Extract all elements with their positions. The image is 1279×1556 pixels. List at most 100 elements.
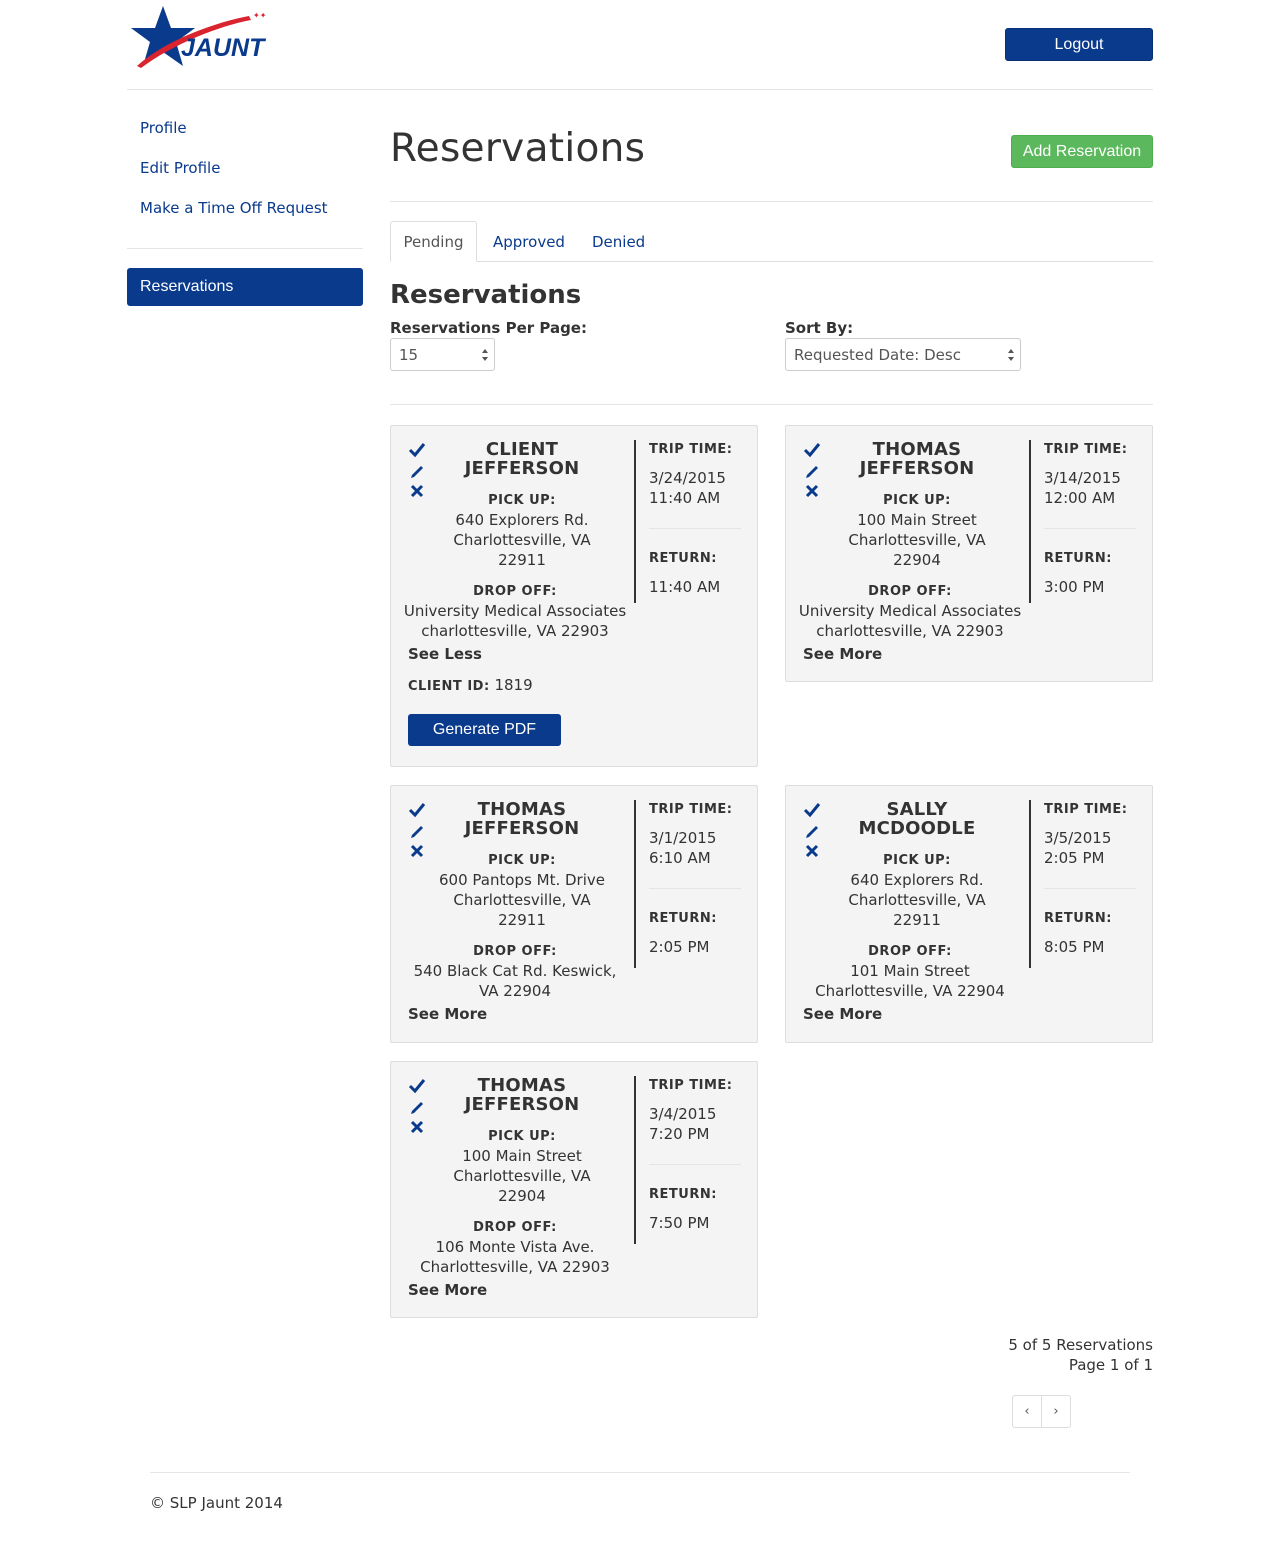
return-time: 7:50 PM bbox=[649, 1214, 710, 1232]
card-divider bbox=[634, 1076, 636, 1244]
dropoff-address: 106 Monte Vista Ave. Charlottesville, VA … bbox=[420, 1238, 610, 1276]
see-more-link[interactable]: See More bbox=[803, 645, 882, 663]
header-divider bbox=[127, 89, 1153, 90]
section-title: Reservations bbox=[390, 280, 582, 310]
dropoff-address: University Medical Associates charlottesv… bbox=[403, 602, 627, 640]
pickup-address: 100 Main Street Charlottesville, VA 22904 bbox=[848, 511, 986, 569]
trip-datetime: 3/4/2015 7:20 PM bbox=[649, 1105, 717, 1143]
select-arrows-icon bbox=[482, 349, 488, 361]
trip-time-label: TRIP TIME: bbox=[1044, 442, 1128, 457]
trip-time-label: TRIP TIME: bbox=[649, 442, 733, 457]
return-label: RETURN: bbox=[1044, 911, 1112, 926]
return-time: 11:40 AM bbox=[649, 578, 721, 596]
sort-by-label: Sort By: bbox=[785, 319, 854, 337]
jaunt-logo[interactable]: ✦✦ JAUNT bbox=[127, 4, 273, 70]
trip-datetime: 3/24/2015 11:40 AM bbox=[649, 469, 726, 507]
time-divider bbox=[1044, 888, 1136, 889]
tab-pending[interactable]: Pending bbox=[390, 221, 477, 262]
return-time: 3:00 PM bbox=[1044, 578, 1105, 596]
sidebar-divider bbox=[127, 248, 363, 249]
reservation-card: CLIENT JEFFERSON PICK UP: 640 Explorers R… bbox=[390, 425, 758, 767]
next-page-button[interactable]: › bbox=[1041, 1396, 1070, 1427]
return-time: 8:05 PM bbox=[1044, 938, 1105, 956]
prev-page-button[interactable]: ‹ bbox=[1013, 1396, 1041, 1427]
filters-divider bbox=[390, 404, 1153, 405]
pickup-address: 640 Explorers Rd. Charlottesville, VA 2291… bbox=[453, 511, 591, 569]
client-name: THOMAS JEFFERSON bbox=[859, 439, 975, 479]
time-divider bbox=[649, 528, 741, 529]
return-label: RETURN: bbox=[649, 551, 717, 566]
title-divider bbox=[390, 201, 1153, 202]
dropoff-label: DROP OFF: bbox=[473, 584, 557, 599]
return-label: RETURN: bbox=[1044, 551, 1112, 566]
tab-approved[interactable]: Approved bbox=[493, 221, 565, 262]
pickup-address: 100 Main Street Charlottesville, VA 22904 bbox=[453, 1147, 591, 1205]
dropoff-label: DROP OFF: bbox=[868, 584, 952, 599]
trip-time-label: TRIP TIME: bbox=[1044, 802, 1128, 817]
sort-by-select[interactable]: Requested Date: Desc bbox=[785, 338, 1021, 371]
trip-time-label: TRIP TIME: bbox=[649, 1078, 733, 1093]
trip-datetime: 3/5/2015 2:05 PM bbox=[1044, 829, 1112, 867]
dropoff-label: DROP OFF: bbox=[473, 1220, 557, 1235]
pickup-label: PICK UP: bbox=[883, 853, 951, 868]
see-more-link[interactable]: See More bbox=[408, 1005, 487, 1023]
svg-text:JAUNT: JAUNT bbox=[181, 34, 267, 62]
trip-datetime: 3/14/2015 12:00 AM bbox=[1044, 469, 1121, 507]
return-time: 2:05 PM bbox=[649, 938, 710, 956]
reservation-card: SALLY MCDOODLE PICK UP: 640 Explorers Rd.… bbox=[785, 785, 1153, 1043]
dropoff-address: University Medical Associates charlottesv… bbox=[798, 602, 1022, 640]
trip-datetime: 3/1/2015 6:10 AM bbox=[649, 829, 717, 867]
sort-by-value: Requested Date: Desc bbox=[794, 345, 961, 364]
pickup-label: PICK UP: bbox=[883, 493, 951, 508]
sidebar-item-edit-profile[interactable]: Edit Profile bbox=[140, 159, 220, 177]
page-title: Reservations bbox=[390, 126, 646, 171]
return-label: RETURN: bbox=[649, 911, 717, 926]
time-divider bbox=[649, 1164, 741, 1165]
results-count: 5 of 5 Reservations bbox=[1008, 1336, 1153, 1354]
time-divider bbox=[1044, 528, 1136, 529]
sidebar-item-reservations[interactable]: Reservations bbox=[127, 268, 363, 306]
see-more-link[interactable]: See More bbox=[408, 1281, 487, 1299]
pickup-label: PICK UP: bbox=[488, 1129, 556, 1144]
client-name: CLIENT JEFFERSON bbox=[464, 439, 580, 479]
card-divider bbox=[634, 440, 636, 603]
svg-text:✦✦: ✦✦ bbox=[253, 11, 267, 20]
card-divider bbox=[1029, 440, 1031, 603]
dropoff-address: 540 Black Cat Rd. Keswick, VA 22904 bbox=[413, 962, 617, 1000]
trip-time-label: TRIP TIME: bbox=[649, 802, 733, 817]
client-id: CLIENT ID: 1819 bbox=[408, 676, 533, 694]
sidebar-item-profile[interactable]: Profile bbox=[140, 119, 187, 137]
client-name: SALLY MCDOODLE bbox=[858, 799, 976, 839]
see-more-link[interactable]: See More bbox=[803, 1005, 882, 1023]
sidebar-item-time-off-request[interactable]: Make a Time Off Request bbox=[140, 199, 328, 217]
generate-pdf-button[interactable]: Generate PDF bbox=[408, 714, 561, 746]
pickup-address: 600 Pantops Mt. Drive Charlottesville, VA… bbox=[439, 871, 605, 929]
card-divider bbox=[1029, 800, 1031, 968]
pickup-address: 640 Explorers Rd. Charlottesville, VA 2291… bbox=[848, 871, 986, 929]
dropoff-address: 101 Main Street Charlottesville, VA 22904 bbox=[815, 962, 1005, 1000]
reservation-card: THOMAS JEFFERSON PICK UP: 100 Main Street… bbox=[785, 425, 1153, 682]
add-reservation-button[interactable]: Add Reservation bbox=[1011, 135, 1153, 168]
per-page-select[interactable]: 15 bbox=[390, 338, 495, 371]
time-divider bbox=[649, 888, 741, 889]
card-divider bbox=[634, 800, 636, 968]
page-indicator: Page 1 of 1 bbox=[1068, 1356, 1153, 1374]
dropoff-label: DROP OFF: bbox=[473, 944, 557, 959]
reservation-card: THOMAS JEFFERSON PICK UP: 600 Pantops Mt.… bbox=[390, 785, 758, 1043]
pickup-label: PICK UP: bbox=[488, 493, 556, 508]
pagination: ‹ › bbox=[1012, 1395, 1071, 1428]
reservation-card: THOMAS JEFFERSON PICK UP: 100 Main Street… bbox=[390, 1061, 758, 1318]
copyright: © SLP Jaunt 2014 bbox=[150, 1494, 283, 1512]
client-name: THOMAS JEFFERSON bbox=[464, 1075, 580, 1115]
tab-denied[interactable]: Denied bbox=[592, 221, 645, 262]
select-arrows-icon bbox=[1008, 349, 1014, 361]
footer-divider bbox=[150, 1472, 1130, 1473]
return-label: RETURN: bbox=[649, 1187, 717, 1202]
pickup-label: PICK UP: bbox=[488, 853, 556, 868]
per-page-value: 15 bbox=[399, 345, 419, 364]
dropoff-label: DROP OFF: bbox=[868, 944, 952, 959]
per-page-label: Reservations Per Page: bbox=[390, 319, 587, 337]
see-less-link[interactable]: See Less bbox=[408, 645, 482, 663]
client-name: THOMAS JEFFERSON bbox=[464, 799, 580, 839]
logout-button[interactable]: Logout bbox=[1005, 28, 1153, 61]
